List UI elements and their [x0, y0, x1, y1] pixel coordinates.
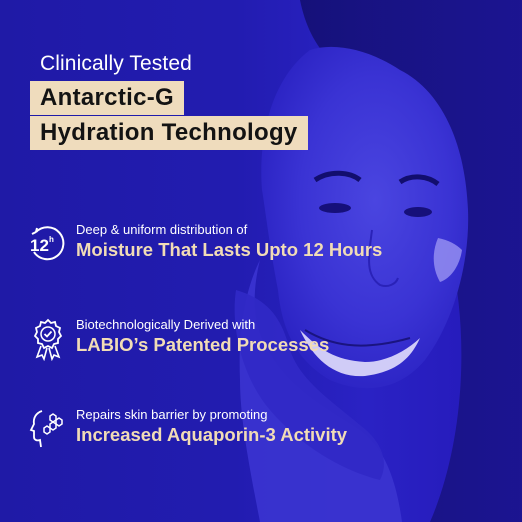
headline-line-2: Hydration Technology — [30, 116, 308, 150]
feature-moisture-title: Moisture That Lasts Upto 12 Hours — [76, 239, 383, 260]
svg-text:h: h — [49, 235, 54, 244]
head-molecule-icon — [29, 410, 63, 448]
patent-badge-icon — [33, 318, 63, 361]
svg-text:12: 12 — [30, 236, 49, 255]
12-hour-clock-icon: 12 h — [30, 226, 65, 261]
feature-moisture-subtitle: Deep & uniform distribution of — [76, 222, 248, 237]
feature-aquaporin-title: Increased Aquaporin-3 Activity — [76, 424, 348, 445]
hero-banner: Clinically Tested Antarctic-G Hydration … — [0, 0, 522, 522]
headline-line-1: Antarctic-G — [30, 81, 184, 115]
feature-patent-title: LABIO’s Patented Processes — [76, 334, 330, 355]
feature-patent-subtitle: Biotechnologically Derived with — [76, 317, 256, 332]
eyebrow-text: Clinically Tested — [40, 52, 192, 75]
feature-aquaporin-subtitle: Repairs skin barrier by promoting — [76, 407, 268, 422]
